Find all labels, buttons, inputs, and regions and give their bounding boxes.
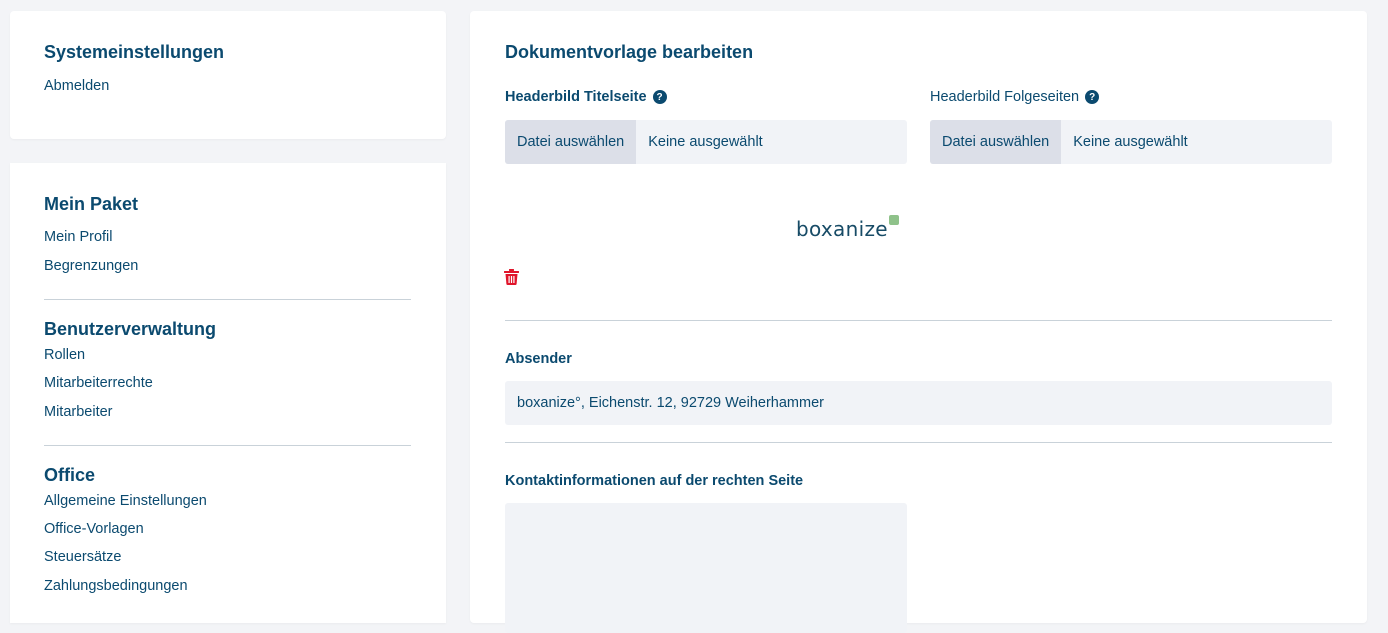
system-settings-title: Systemeinstellungen bbox=[44, 42, 225, 62]
help-icon[interactable]: ? bbox=[1085, 90, 1100, 104]
document-template-editor: Dokumentvorlage bearbeiten Headerbild Ti… bbox=[470, 11, 1367, 633]
header-title-page-label-text: Headerbild Titelseite bbox=[505, 89, 647, 105]
file-status: Keine ausgewählt bbox=[1073, 134, 1188, 150]
nav-employee-rights[interactable]: Mitarbeiterrechte bbox=[44, 375, 153, 391]
nav-divider bbox=[44, 445, 411, 446]
header-follow-pages-label: Headerbild Folgeseiten ? bbox=[930, 89, 1100, 105]
help-icon[interactable]: ? bbox=[652, 90, 667, 104]
header-image-preview: boxanize bbox=[796, 215, 899, 241]
trash-icon[interactable] bbox=[504, 269, 519, 285]
boxanize-logo: boxanize bbox=[796, 217, 888, 241]
logo-square-icon bbox=[888, 215, 899, 225]
contact-info-label: Kontaktinformationen auf der rechten Sei… bbox=[505, 473, 804, 489]
system-settings-card: Systemeinstellungen Abmelden bbox=[10, 11, 446, 139]
page-title: Dokumentvorlage bearbeiten bbox=[505, 42, 754, 62]
contact-info-textarea[interactable] bbox=[505, 503, 907, 633]
header-follow-pages-file-input[interactable]: Datei auswählen Keine ausgewählt bbox=[930, 120, 1332, 164]
nav-limits[interactable]: Begrenzungen bbox=[44, 258, 138, 274]
sender-label: Absender bbox=[505, 351, 572, 367]
nav-roles[interactable]: Rollen bbox=[44, 347, 85, 363]
header-title-page-file-input[interactable]: Datei auswählen Keine ausgewählt bbox=[505, 120, 907, 164]
section-divider bbox=[505, 442, 1332, 443]
settings-nav-card: Mein Paket Mein Profil Begrenzungen Benu… bbox=[10, 163, 446, 623]
choose-file-button[interactable]: Datei auswählen bbox=[930, 120, 1062, 164]
nav-payment-terms[interactable]: Zahlungsbedingungen bbox=[44, 578, 188, 594]
nav-general-settings[interactable]: Allgemeine Einstellungen bbox=[44, 493, 207, 509]
logout-link[interactable]: Abmelden bbox=[44, 78, 109, 94]
package-section-title: Mein Paket bbox=[44, 194, 139, 214]
nav-employees[interactable]: Mitarbeiter bbox=[44, 404, 113, 420]
file-status: Keine ausgewählt bbox=[648, 134, 763, 150]
nav-office-templates[interactable]: Office-Vorlagen bbox=[44, 521, 144, 537]
choose-file-button[interactable]: Datei auswählen bbox=[505, 120, 637, 164]
nav-divider bbox=[44, 299, 411, 300]
nav-my-profile[interactable]: Mein Profil bbox=[44, 229, 113, 245]
user-management-title: Benutzerverwaltung bbox=[44, 319, 217, 339]
header-title-page-label: Headerbild Titelseite ? bbox=[505, 89, 667, 105]
header-follow-pages-label-text: Headerbild Folgeseiten bbox=[930, 89, 1080, 105]
sender-input[interactable] bbox=[505, 381, 1332, 425]
nav-tax-rates[interactable]: Steuersätze bbox=[44, 549, 121, 565]
section-divider bbox=[505, 320, 1332, 321]
office-section-title: Office bbox=[44, 465, 96, 485]
